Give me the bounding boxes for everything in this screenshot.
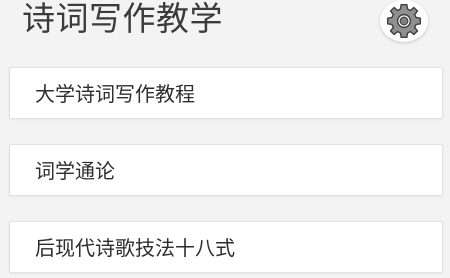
settings-button[interactable]: [380, 0, 428, 42]
list-item[interactable]: 词学通论: [9, 144, 443, 196]
list-item[interactable]: 后现代诗歌技法十八式: [9, 221, 443, 273]
page-title: 诗词写作教学: [22, 0, 223, 38]
app-header: 诗词写作教学: [0, 0, 450, 52]
list-item[interactable]: 大学诗词写作教程: [9, 67, 443, 119]
list-item-label: 词学通论: [35, 159, 115, 183]
gear-icon: [387, 4, 421, 38]
list-item-label: 大学诗词写作教程: [35, 82, 195, 106]
list-item-label: 后现代诗歌技法十八式: [35, 236, 235, 260]
